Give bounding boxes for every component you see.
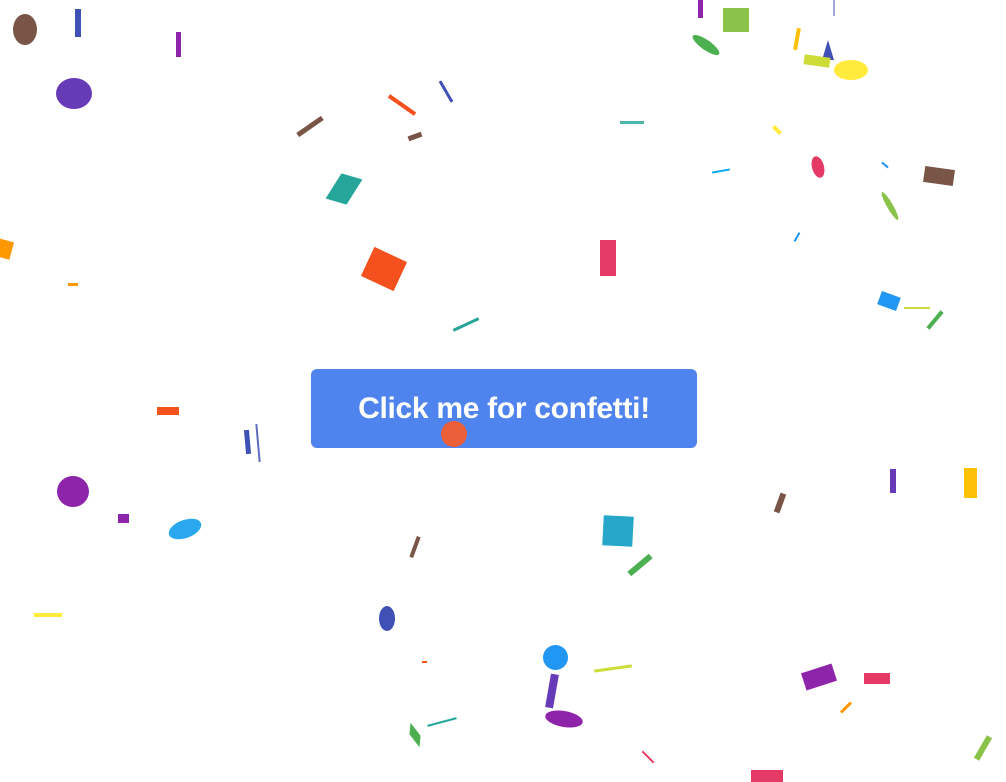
confetti-piece [157, 407, 179, 415]
cursor-indicator [441, 421, 467, 447]
confetti-piece [751, 770, 783, 782]
confetti-piece [864, 673, 890, 684]
confetti-piece [627, 553, 653, 577]
confetti-piece [545, 673, 559, 709]
confetti-piece [923, 165, 955, 187]
confetti-piece [360, 246, 408, 292]
confetti-stage: Click me for confetti! [0, 0, 1006, 782]
confetti-piece [600, 240, 616, 276]
confetti-piece [698, 0, 703, 18]
confetti-piece [773, 492, 787, 514]
confetti-piece [877, 291, 901, 311]
confetti-piece [879, 190, 901, 222]
confetti-piece [13, 14, 37, 45]
confetti-piece [793, 27, 801, 51]
confetti-piece [34, 613, 62, 617]
confetti-piece [723, 8, 749, 32]
confetti-piece [165, 514, 205, 544]
confetti-piece [904, 307, 930, 309]
confetti-piece [793, 232, 801, 242]
confetti-piece [57, 476, 89, 507]
confetti-piece [881, 161, 889, 169]
confetti-piece [711, 168, 731, 174]
confetti-piece [690, 31, 722, 59]
confetti-piece [422, 661, 427, 663]
confetti-piece [255, 423, 261, 463]
confetti-piece [296, 115, 324, 138]
confetti-piece [801, 663, 837, 691]
confetti-piece [406, 721, 424, 749]
confetti-piece [973, 735, 993, 761]
confetti-piece [834, 60, 868, 80]
confetti-piece [325, 173, 363, 205]
confetti-piece [543, 707, 585, 731]
confetti-piece [118, 514, 129, 523]
confetti-piece [833, 0, 835, 16]
confetti-piece [772, 125, 782, 135]
confetti-piece [56, 78, 92, 109]
confetti-piece [407, 131, 423, 142]
confetti-piece [243, 429, 252, 455]
confetti-piece [620, 121, 644, 124]
confetti-piece [427, 717, 457, 727]
confetti-piece [543, 645, 568, 670]
confetti-piece [839, 701, 853, 714]
confetti-piece [809, 154, 827, 180]
confetti-piece [75, 9, 81, 37]
confetti-piece [409, 535, 421, 559]
confetti-piece [176, 32, 181, 57]
confetti-piece [379, 606, 395, 631]
confetti-piece [438, 80, 454, 103]
confetti-piece [641, 750, 655, 764]
confetti-piece [964, 468, 977, 498]
confetti-button[interactable]: Click me for confetti! [311, 369, 697, 448]
confetti-piece [387, 94, 417, 116]
confetti-piece [926, 310, 944, 330]
confetti-piece [890, 469, 896, 493]
confetti-piece [0, 238, 15, 260]
confetti-piece [593, 664, 633, 673]
confetti-piece [452, 317, 480, 332]
confetti-piece [602, 515, 634, 547]
confetti-piece [68, 283, 78, 286]
